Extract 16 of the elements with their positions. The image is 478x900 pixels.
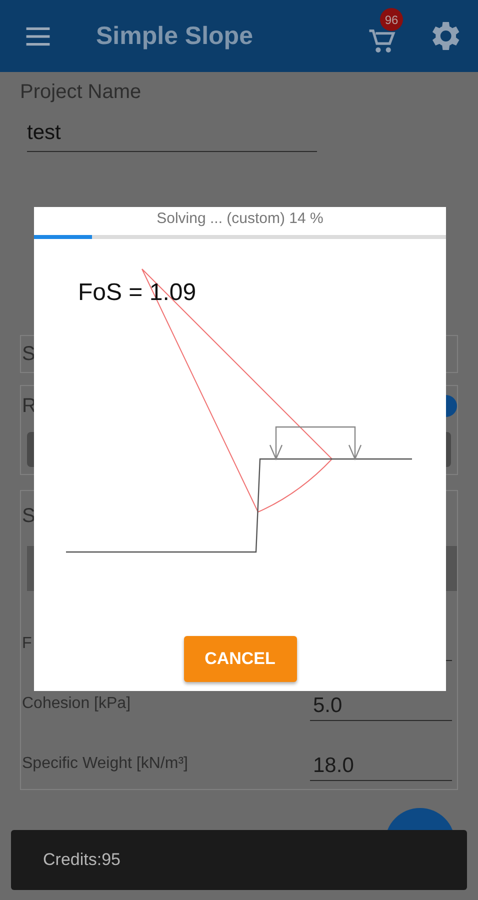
field-label: Project Name — [20, 80, 142, 104]
param-label: F — [21, 635, 32, 654]
menu-icon[interactable] — [25, 26, 51, 46]
cart-badge: 96 — [380, 8, 403, 31]
param-input[interactable]: 18.0 — [310, 751, 452, 781]
cart-icon[interactable] — [368, 28, 396, 54]
param-label: Specific Weight [kN/m³] — [21, 755, 188, 774]
section-label: S — [22, 342, 36, 366]
app-title: Simple Slope — [96, 22, 253, 50]
cancel-button[interactable]: CANCEL — [184, 636, 296, 682]
project-name-field[interactable]: test — [27, 118, 317, 152]
section-label: S — [22, 504, 36, 528]
param-label: Cohesion [kPa] — [21, 695, 131, 714]
settings-icon[interactable] — [432, 22, 460, 50]
credits-text: Credits:95 — [43, 850, 120, 870]
progress-text: Solving ... (custom) 14 % — [156, 209, 324, 229]
